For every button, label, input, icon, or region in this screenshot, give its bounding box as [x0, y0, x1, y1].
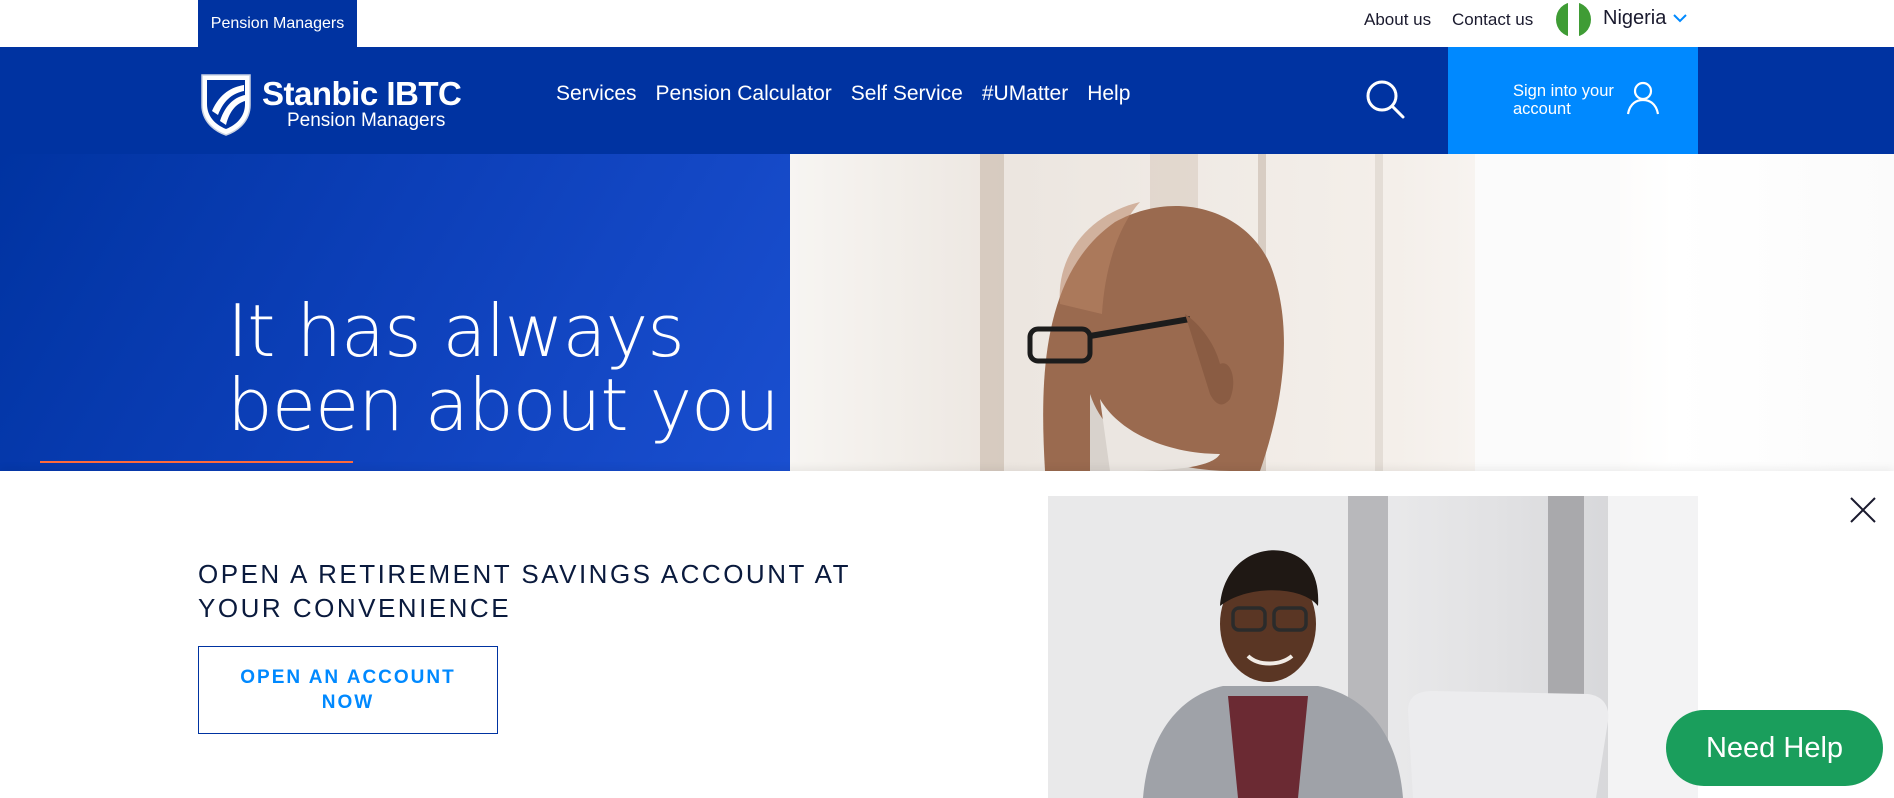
hero-title: It has always been about you [227, 289, 780, 447]
contact-us-link[interactable]: Contact us [1452, 10, 1533, 30]
nav-item-help[interactable]: Help [1087, 82, 1130, 106]
main-nav: Stanbic IBTC Pension Managers Services P… [0, 47, 1894, 154]
nav-menu: Services Pension Calculator Self Service… [556, 82, 1130, 106]
sign-in-label: Sign into your account [1513, 82, 1614, 118]
nav-item-services[interactable]: Services [556, 82, 637, 106]
nav-item-pension-calculator[interactable]: Pension Calculator [656, 82, 832, 106]
tab-pension-managers[interactable]: Pension Managers [198, 0, 357, 47]
need-help-button[interactable]: Need Help [1666, 710, 1883, 786]
hero-accent-line [40, 461, 353, 463]
user-icon [1626, 81, 1660, 115]
hero-photo-man-with-glasses [790, 154, 1894, 471]
nav-item-umatter[interactable]: #UMatter [982, 82, 1068, 106]
hero-banner: It has always been about you [0, 154, 1894, 471]
brand-name: Stanbic IBTC [262, 75, 462, 112]
hero-photo-illustration [980, 154, 1620, 471]
tab-label: Pension Managers [210, 14, 345, 32]
hero-panel: It has always been about you [0, 154, 790, 471]
promo-popup: OPEN A RETIREMENT SAVINGS ACCOUNT AT YOU… [0, 471, 1894, 798]
nigeria-flag-icon[interactable] [1556, 2, 1591, 37]
brand-subtitle: Pension Managers [287, 110, 446, 131]
brand-logo[interactable]: Stanbic IBTC Pension Managers [198, 71, 462, 137]
chevron-down-icon[interactable] [1671, 9, 1689, 27]
hero-title-line-2: been about you [227, 363, 780, 447]
hero-title-line-1: It has always [227, 289, 685, 373]
open-account-button[interactable]: OPEN AN ACCOUNT NOW [198, 646, 498, 734]
close-icon[interactable] [1848, 495, 1878, 525]
country-selector[interactable]: Nigeria [1603, 7, 1666, 30]
need-help-label: Need Help [1705, 731, 1844, 764]
search-icon[interactable] [1363, 77, 1407, 121]
promo-photo-man-at-laptop [1048, 496, 1698, 798]
top-utility-bar: Pension Managers About us Contact us Nig… [0, 0, 1894, 47]
shield-logo-icon [201, 74, 251, 136]
nav-item-self-service[interactable]: Self Service [851, 82, 963, 106]
promo-photo-illustration [1048, 496, 1698, 798]
sign-in-button[interactable]: Sign into your account [1448, 47, 1698, 154]
promo-headline: OPEN A RETIREMENT SAVINGS ACCOUNT AT YOU… [198, 559, 851, 623]
about-us-link[interactable]: About us [1364, 10, 1431, 30]
